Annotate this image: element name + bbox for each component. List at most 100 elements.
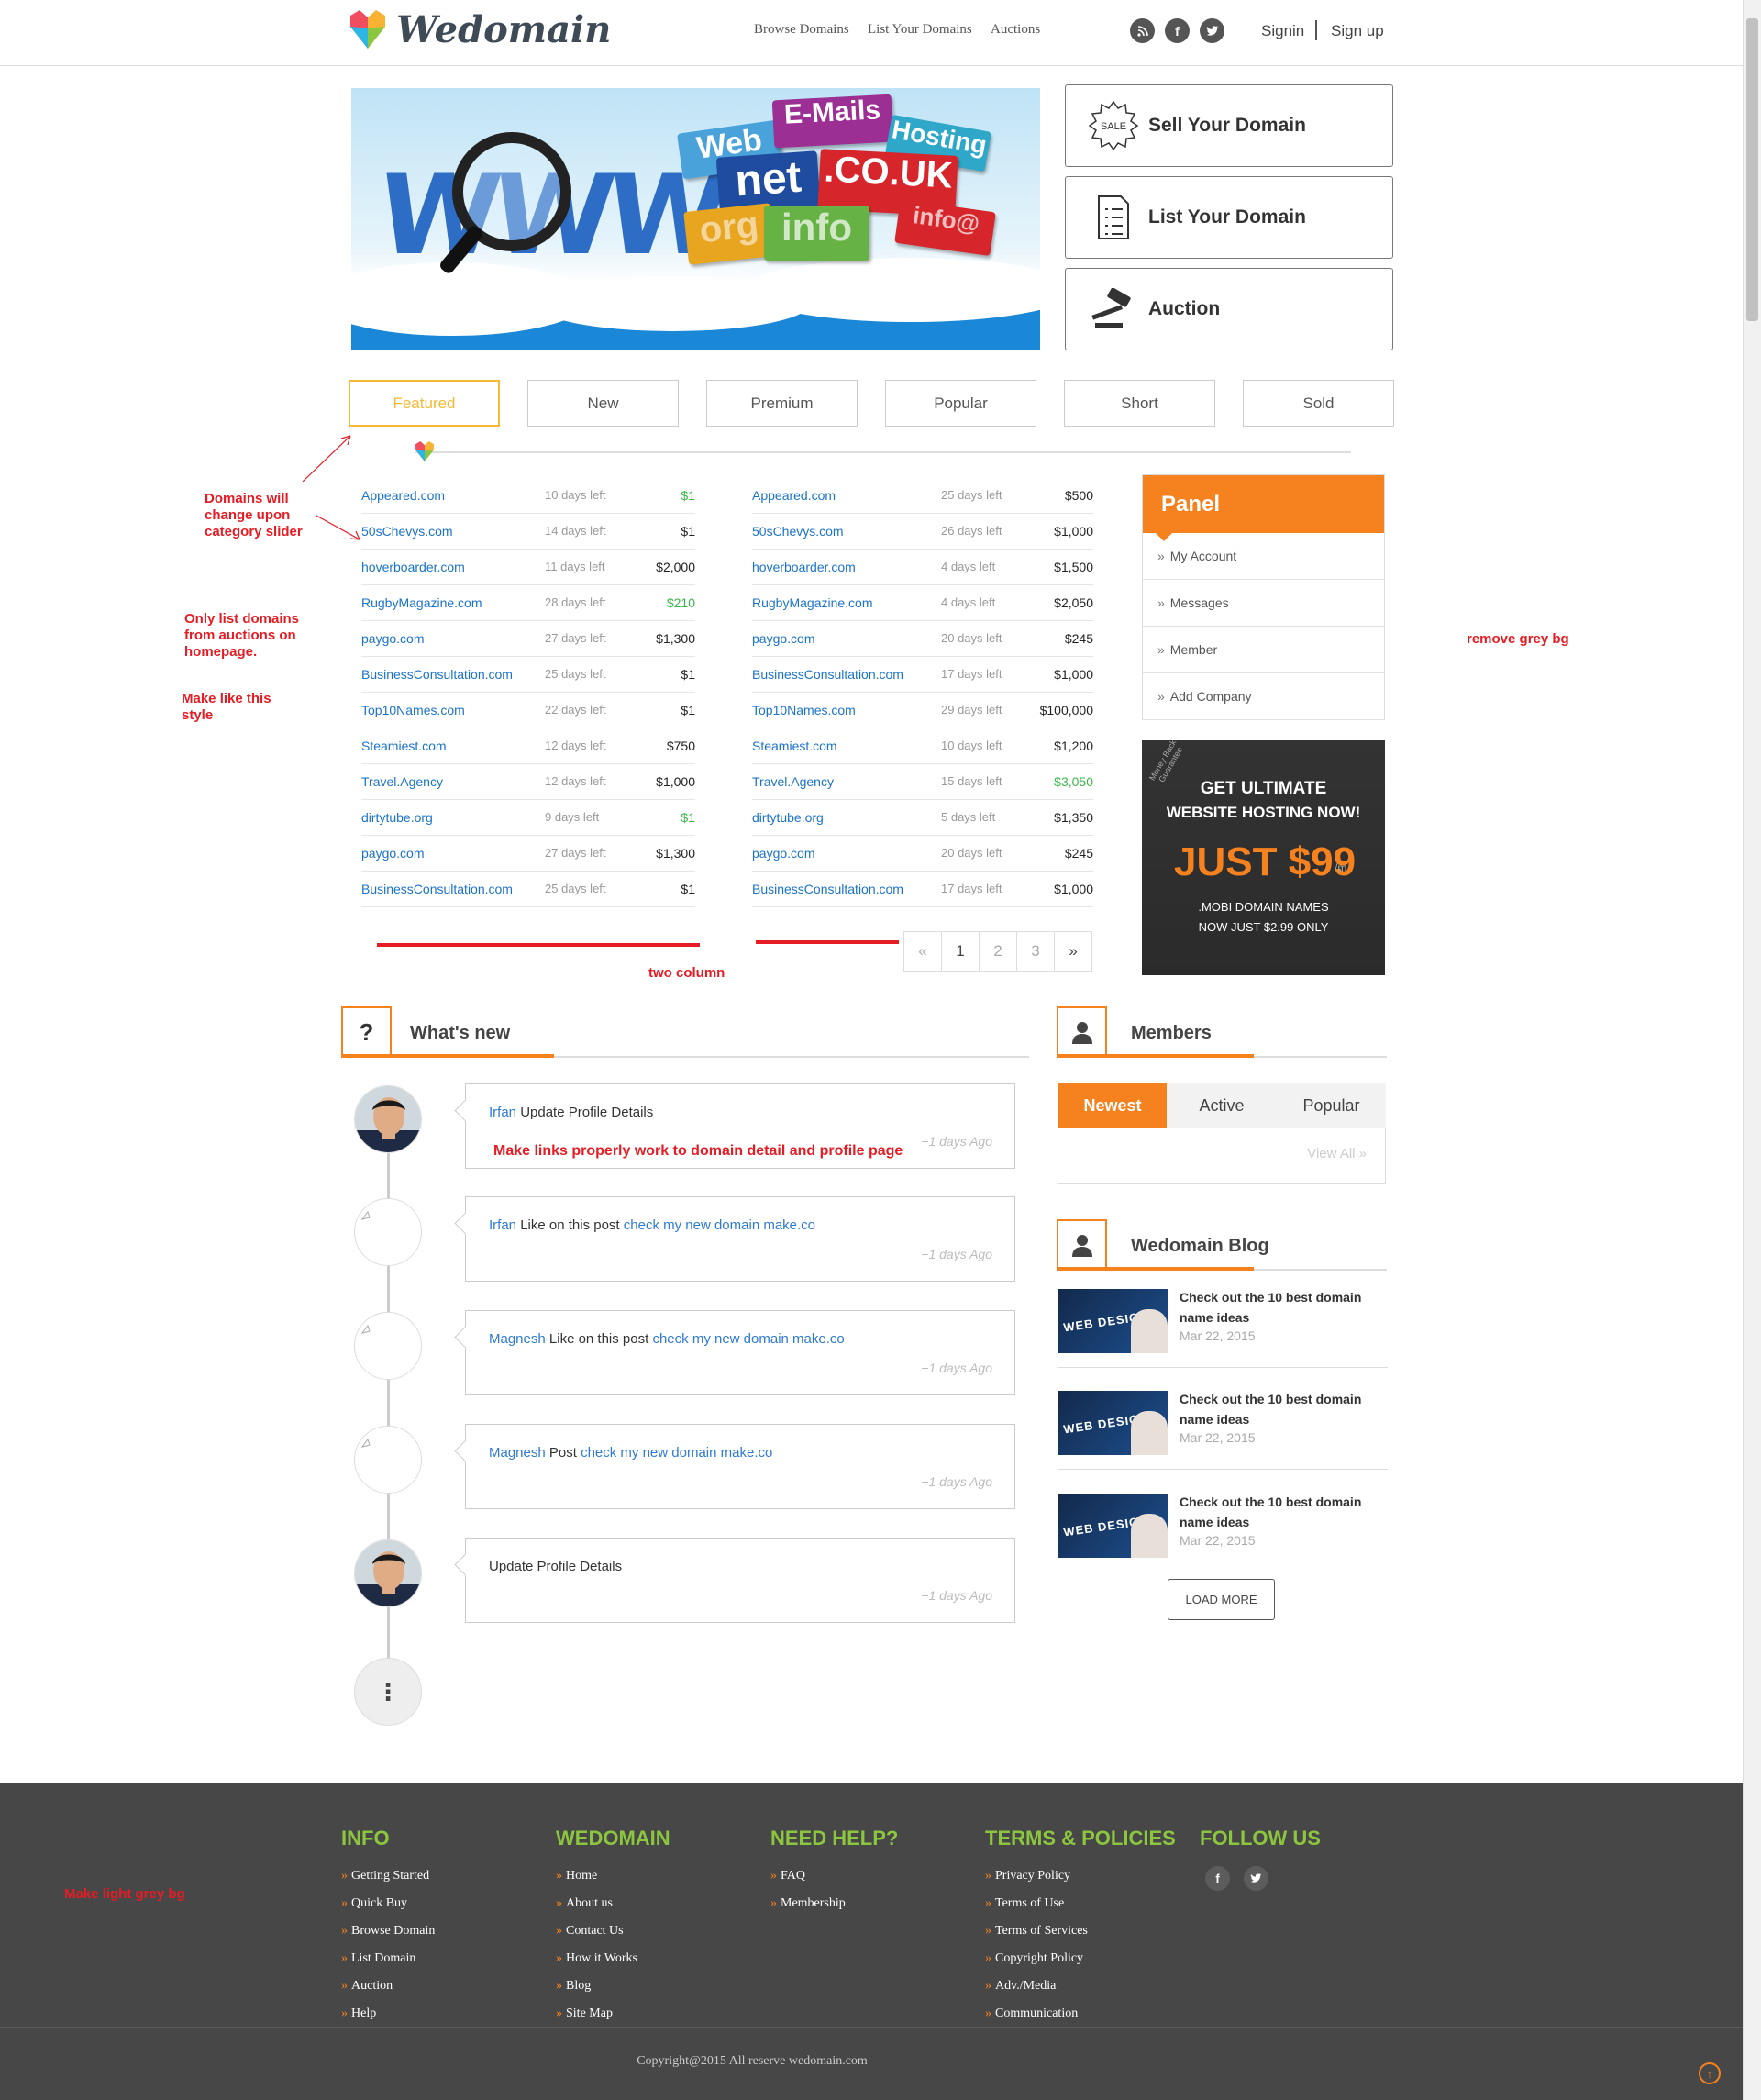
tab-short[interactable]: Short (1064, 380, 1215, 427)
domain-name-link[interactable]: Top10Names.com (361, 703, 465, 717)
footer-link[interactable]: » Quick Buy (341, 1896, 435, 1924)
domain-name-link[interactable]: paygo.com (752, 846, 814, 861)
domain-name-link[interactable]: Top10Names.com (752, 703, 856, 717)
domain-name-link[interactable]: BusinessConsultation.com (361, 667, 513, 682)
footer-link-label[interactable]: Blog (566, 1979, 591, 1993)
footer-link[interactable]: » FAQ (770, 1869, 898, 1896)
blog-thumbnail[interactable]: WEB DESIGN (1058, 1391, 1168, 1455)
domain-name-link[interactable]: paygo.com (752, 631, 814, 646)
nav-list-your-domains[interactable]: List Your Domains (868, 22, 972, 38)
domain-name-link[interactable]: dirtytube.org (361, 810, 433, 825)
avatar-placeholder[interactable] (354, 1426, 422, 1494)
page-next[interactable]: » (1054, 931, 1092, 972)
domain-name-link[interactable]: paygo.com (361, 846, 424, 861)
domain-name-link[interactable]: paygo.com (361, 631, 424, 646)
domain-name-link[interactable]: BusinessConsultation.com (752, 882, 903, 896)
footer-link[interactable]: » Home (556, 1869, 670, 1896)
footer-link-label[interactable]: FAQ (781, 1869, 805, 1883)
domain-name-link[interactable]: Appeared.com (361, 488, 445, 503)
blog-post[interactable]: WEB DESIGN Check out the 10 best domain n… (1058, 1483, 1388, 1572)
blog-thumbnail[interactable]: WEB DESIGN (1058, 1494, 1168, 1558)
domain-name-link[interactable]: RugbyMagazine.com (752, 595, 873, 610)
footer-link[interactable]: » Help (341, 2006, 435, 2034)
page-1[interactable]: 1 (941, 931, 980, 972)
footer-link-label[interactable]: Contact Us (566, 1924, 624, 1938)
domain-name-link[interactable]: Travel.Agency (361, 774, 443, 789)
twitter-icon[interactable] (1200, 18, 1224, 43)
tab-premium[interactable]: Premium (706, 380, 858, 427)
footer-link[interactable]: » How it Works (556, 1951, 670, 1979)
domain-name-link[interactable]: BusinessConsultation.com (752, 667, 903, 682)
activity-post-link[interactable]: check my new domain make.co (652, 1331, 844, 1347)
domain-name-link[interactable]: Appeared.com (752, 488, 836, 503)
domain-name-link[interactable]: RugbyMagazine.com (361, 595, 482, 610)
page-prev[interactable]: « (903, 931, 942, 972)
domain-name-link[interactable]: Travel.Agency (752, 774, 834, 789)
footer-link-label[interactable]: Adv./Media (995, 1979, 1056, 1993)
nav-auctions[interactable]: Auctions (991, 22, 1040, 38)
footer-link[interactable]: » Getting Started (341, 1869, 435, 1896)
members-tab-active[interactable]: Active (1167, 1083, 1277, 1128)
footer-facebook-icon[interactable]: f (1205, 1866, 1230, 1891)
tab-new[interactable]: New (527, 380, 679, 427)
avatar-placeholder[interactable] (354, 1198, 422, 1266)
tab-featured[interactable]: Featured (349, 380, 500, 427)
hosting-ad-banner[interactable]: Money Back Guarantee GET ULTIMATE WEBSIT… (1142, 740, 1385, 975)
view-all-link[interactable]: View All » (1307, 1146, 1367, 1161)
tab-popular[interactable]: Popular (885, 380, 1036, 427)
members-tab-newest[interactable]: Newest (1058, 1083, 1167, 1128)
footer-link[interactable]: » About us (556, 1896, 670, 1924)
signup-link[interactable]: Sign up (1331, 22, 1384, 40)
domain-name-link[interactable]: 50sChevys.com (361, 524, 453, 539)
activity-user-link[interactable]: Irfan (489, 1105, 516, 1120)
footer-link[interactable]: » Communication (985, 2006, 1176, 2034)
rss-icon[interactable] (1130, 18, 1155, 43)
footer-link-label[interactable]: Quick Buy (351, 1896, 407, 1910)
blog-thumbnail[interactable]: WEB DESIGN (1058, 1289, 1168, 1353)
blog-post[interactable]: WEB DESIGN Check out the 10 best domain n… (1058, 1380, 1388, 1470)
sell-your-domain-button[interactable]: SALE Sell Your Domain (1065, 84, 1393, 167)
more-dots-icon[interactable]: ⋮ (354, 1658, 422, 1726)
domain-name-link[interactable]: BusinessConsultation.com (361, 882, 513, 896)
list-your-domain-button[interactable]: List Your Domain (1065, 176, 1393, 259)
avatar[interactable] (354, 1085, 422, 1153)
footer-link[interactable]: » Terms of Services (985, 1924, 1176, 1951)
footer-link-label[interactable]: Getting Started (351, 1869, 429, 1883)
tab-sold[interactable]: Sold (1243, 380, 1394, 427)
auction-button[interactable]: Auction (1065, 268, 1393, 350)
page-3[interactable]: 3 (1016, 931, 1055, 972)
activity-user-link[interactable]: Magnesh (489, 1445, 546, 1461)
footer-link[interactable]: » Browse Domain (341, 1924, 435, 1951)
footer-link-label[interactable]: Browse Domain (351, 1924, 435, 1938)
panel-item-add-company[interactable]: » Add Company (1143, 673, 1384, 720)
footer-link-label[interactable]: Help (351, 2006, 376, 2020)
facebook-icon[interactable]: f (1165, 18, 1190, 43)
domain-name-link[interactable]: Steamiest.com (752, 739, 837, 753)
footer-link-label[interactable]: Auction (351, 1979, 393, 1993)
footer-link-label[interactable]: Terms of Use (995, 1896, 1064, 1910)
category-slider-track[interactable] (415, 451, 1351, 453)
domain-name-link[interactable]: hoverboarder.com (361, 560, 465, 574)
domain-name-link[interactable]: dirtytube.org (752, 810, 824, 825)
blog-post-title[interactable]: Check out the 10 best domain name ideas (1180, 1492, 1381, 1532)
activity-post-link[interactable]: check my new domain make.co (624, 1217, 815, 1233)
footer-link[interactable]: » Contact Us (556, 1924, 670, 1951)
footer-link-label[interactable]: Terms of Services (995, 1924, 1088, 1938)
footer-link-label[interactable]: Communication (995, 2006, 1078, 2020)
blog-post-title[interactable]: Check out the 10 best domain name ideas (1180, 1287, 1381, 1328)
domain-name-link[interactable]: 50sChevys.com (752, 524, 844, 539)
activity-user-link[interactable]: Magnesh (489, 1331, 546, 1347)
footer-link[interactable]: » Adv./Media (985, 1979, 1176, 2006)
footer-link-label[interactable]: Site Map (566, 2006, 613, 2020)
footer-link-label[interactable]: List Domain (351, 1951, 415, 1965)
avatar[interactable] (354, 1539, 422, 1607)
signin-link[interactable]: Signin (1261, 22, 1304, 40)
page-2[interactable]: 2 (979, 931, 1017, 972)
footer-link[interactable]: » Terms of Use (985, 1896, 1176, 1924)
members-tab-popular[interactable]: Popular (1277, 1083, 1386, 1128)
footer-link-label[interactable]: About us (566, 1896, 613, 1910)
footer-link-label[interactable]: Privacy Policy (995, 1869, 1070, 1883)
load-more-button[interactable]: LOAD MORE (1168, 1579, 1275, 1620)
footer-link[interactable]: » Membership (770, 1896, 898, 1924)
scrollbar-thumb[interactable] (1746, 18, 1758, 321)
